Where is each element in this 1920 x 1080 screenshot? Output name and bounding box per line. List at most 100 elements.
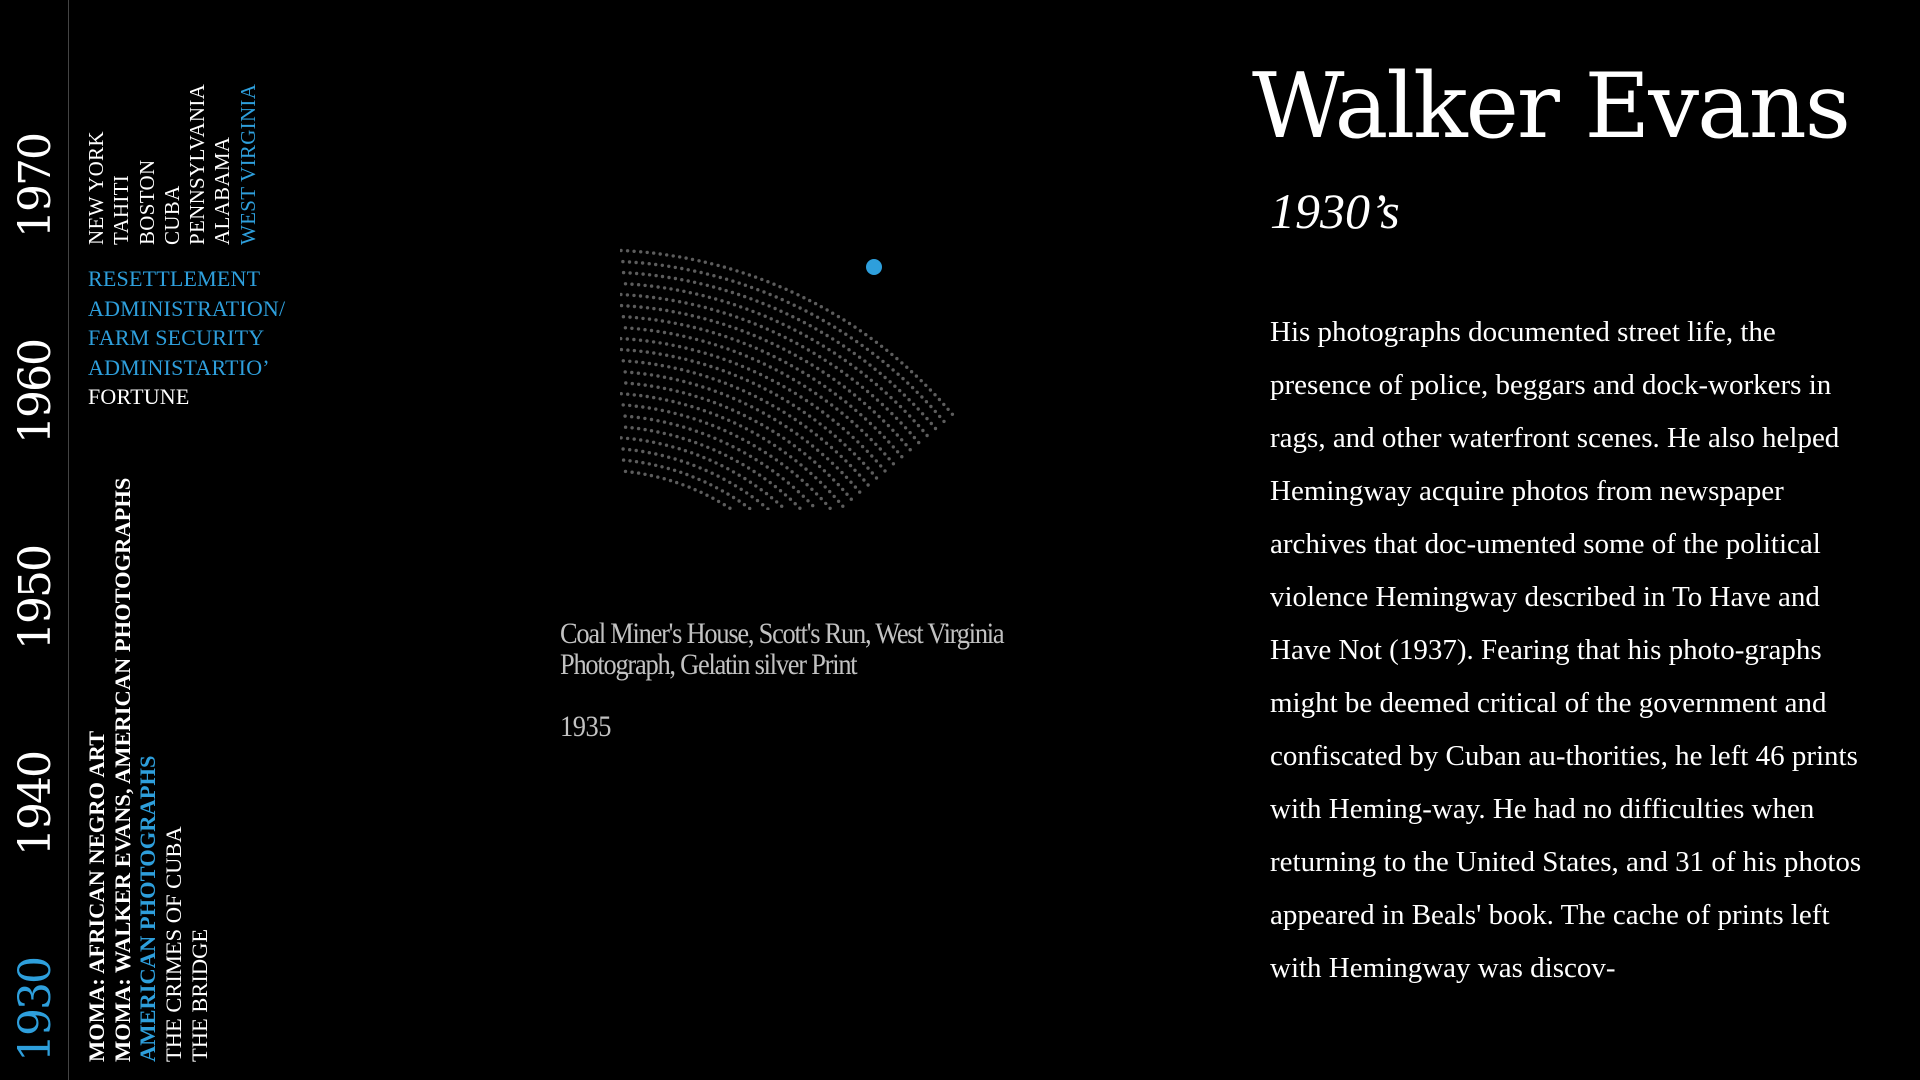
exhibition-american-photographs[interactable]: AMERICAN PHOTOGRAPHS	[135, 478, 161, 1062]
photo-dot[interactable]	[821, 410, 825, 414]
photo-dot[interactable]	[788, 414, 792, 418]
photo-dot[interactable]	[743, 283, 748, 287]
photo-dot[interactable]	[634, 404, 638, 408]
photo-dot[interactable]	[637, 382, 641, 386]
photo-dot[interactable]	[734, 362, 739, 366]
photo-dot[interactable]	[841, 426, 845, 431]
photo-dot[interactable]	[818, 422, 822, 426]
photo-dot[interactable]	[779, 309, 783, 313]
photo-dot[interactable]	[938, 414, 942, 419]
photo-dot[interactable]	[819, 496, 823, 501]
photo-dot[interactable]	[623, 425, 628, 429]
photo-dot[interactable]	[769, 454, 773, 458]
photo-dot[interactable]	[811, 503, 815, 508]
photo-dot[interactable]	[855, 424, 859, 428]
photo-dot[interactable]	[737, 448, 741, 452]
location-new-york[interactable]: NEW YORK	[84, 84, 109, 245]
photo-dot[interactable]	[771, 404, 775, 408]
photo-dot[interactable]	[917, 440, 921, 445]
photo-dot[interactable]	[681, 436, 685, 441]
photo-dot[interactable]	[712, 448, 716, 452]
photo-dot[interactable]	[860, 428, 864, 433]
photo-dot[interactable]	[703, 362, 707, 367]
photo-dot[interactable]	[690, 348, 695, 352]
photo-dot[interactable]	[630, 470, 634, 474]
photo-dot[interactable]	[652, 395, 656, 400]
photo-dot[interactable]	[787, 350, 792, 354]
photo-dot[interactable]	[853, 325, 857, 329]
photo-dot[interactable]	[839, 369, 844, 373]
photo-dot[interactable]	[848, 447, 852, 452]
photo-dot[interactable]	[662, 420, 667, 424]
photo-dot[interactable]	[733, 421, 737, 425]
photo-dot[interactable]	[667, 275, 671, 280]
photo-dot[interactable]	[662, 375, 667, 379]
photo-dot[interactable]	[885, 348, 889, 352]
photo-dot[interactable]	[639, 349, 643, 353]
photo-dot[interactable]	[721, 416, 725, 420]
photo-dot[interactable]	[632, 337, 636, 342]
photo-dot[interactable]	[701, 339, 705, 343]
photo-dot[interactable]	[757, 312, 761, 316]
photo-dot[interactable]	[639, 305, 643, 309]
photo-dot[interactable]	[634, 316, 639, 320]
photo-dot[interactable]	[816, 366, 820, 371]
photo-dot[interactable]	[776, 407, 781, 411]
photo-dot[interactable]	[647, 317, 652, 321]
photo-dot[interactable]	[678, 255, 682, 259]
photo-dot[interactable]	[628, 359, 632, 363]
photo-dot[interactable]	[893, 384, 897, 388]
photo-dot[interactable]	[891, 445, 895, 449]
photo-dot[interactable]	[669, 422, 673, 426]
photo-dot[interactable]	[705, 375, 709, 379]
photo-dot[interactable]	[694, 394, 698, 399]
photo-dot[interactable]	[696, 453, 700, 457]
photo-dot[interactable]	[718, 450, 722, 455]
photo-dot[interactable]	[869, 437, 873, 442]
photo-dot[interactable]	[658, 296, 662, 301]
photo-dot[interactable]	[919, 379, 923, 383]
photo-dot[interactable]	[667, 410, 671, 414]
photo-dot[interactable]	[780, 371, 784, 375]
photo-dot[interactable]	[869, 378, 873, 382]
photo-dot[interactable]	[632, 393, 636, 397]
photo-dot[interactable]	[866, 466, 870, 470]
photo-dot[interactable]	[894, 400, 898, 404]
photo-dot[interactable]	[679, 470, 683, 474]
photo-dot[interactable]	[761, 301, 765, 306]
photo-dot[interactable]	[808, 456, 812, 460]
photo-dot[interactable]	[802, 296, 806, 300]
photo-dot[interactable]	[746, 367, 751, 371]
photo-dot[interactable]	[825, 308, 829, 312]
photo-dot[interactable]	[760, 422, 764, 427]
photo-dot[interactable]	[810, 363, 814, 367]
photo-dot[interactable]	[844, 475, 849, 479]
photo-dot[interactable]	[620, 347, 624, 352]
photo-dot[interactable]	[620, 248, 623, 253]
photo-dot[interactable]	[826, 457, 830, 461]
photo-dot[interactable]	[643, 283, 647, 288]
photo-dot[interactable]	[620, 436, 623, 440]
photo-dot[interactable]	[715, 366, 719, 371]
photo-dot[interactable]	[656, 329, 660, 334]
photo-dot[interactable]	[829, 445, 834, 450]
photo-dot[interactable]	[652, 306, 656, 311]
photo-dot[interactable]	[697, 304, 701, 308]
photo-dot[interactable]	[859, 370, 863, 374]
photo-dot[interactable]	[744, 427, 749, 431]
photo-dot[interactable]	[656, 419, 660, 423]
photo-dot[interactable]	[821, 452, 825, 457]
photo-dot[interactable]	[823, 358, 827, 362]
photo-arc-visualization[interactable]	[620, 150, 1100, 510]
photo-dot[interactable]	[708, 458, 712, 462]
exhibition-crimes-of-cuba[interactable]: THE CRIMES OF CUBA	[161, 478, 187, 1062]
photo-dot[interactable]	[654, 463, 658, 467]
photo-dot[interactable]	[652, 251, 656, 255]
photo-dot[interactable]	[909, 370, 914, 374]
photo-dot[interactable]	[649, 429, 654, 433]
photo-dot[interactable]	[846, 431, 850, 435]
photo-dot[interactable]	[645, 250, 649, 255]
photo-dot[interactable]	[784, 424, 788, 429]
photo-dot[interactable]	[684, 346, 688, 350]
photo-dot[interactable]	[840, 470, 844, 475]
